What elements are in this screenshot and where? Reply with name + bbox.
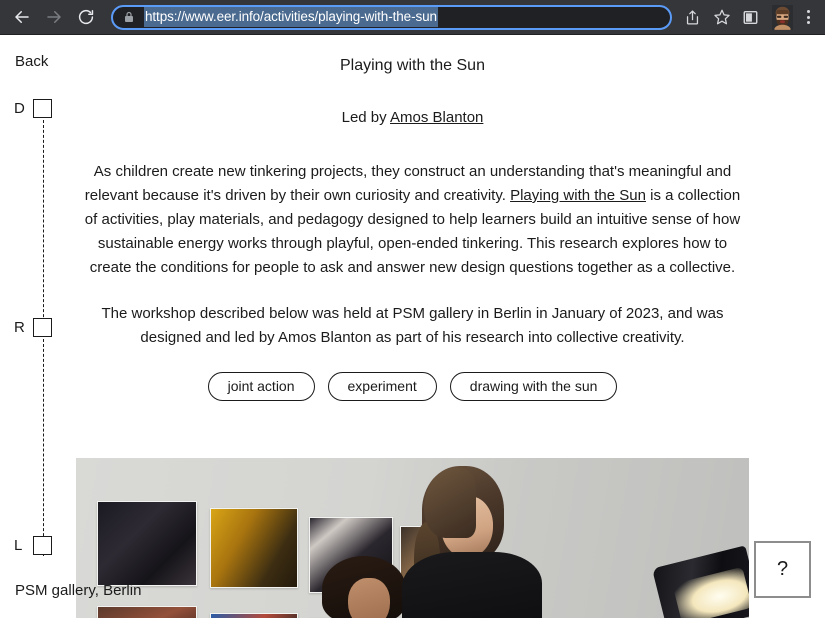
three-dot-menu-icon xyxy=(806,15,810,19)
forward-arrow-icon xyxy=(47,11,61,23)
rail-node-l: L xyxy=(14,536,52,555)
wall-photo xyxy=(97,606,197,618)
author-link[interactable]: Amos Blanton xyxy=(390,109,483,126)
rail-checkbox-r[interactable] xyxy=(33,318,52,337)
byline-prefix: Led by xyxy=(341,109,390,126)
profile-avatar xyxy=(771,4,793,30)
side-panel-icon xyxy=(743,10,758,24)
rail-node-r: R xyxy=(14,318,52,337)
address-bar-url[interactable]: https://www.eer.info/activities/playing-… xyxy=(144,7,438,27)
tag-drawing-with-the-sun[interactable]: drawing with the sun xyxy=(449,372,618,401)
browser-forward-button[interactable] xyxy=(41,4,67,30)
adult-torso xyxy=(402,552,542,618)
back-link[interactable]: Back xyxy=(15,53,48,70)
browser-toolbar: https://www.eer.info/activities/playing-… xyxy=(0,0,825,35)
help-button[interactable]: ? xyxy=(754,541,811,598)
hero-caption: PSM gallery, Berlin xyxy=(15,582,142,599)
adult-figure xyxy=(394,466,554,618)
bookmark-button[interactable] xyxy=(708,4,735,30)
main-column: Playing with the Sun Led by Amos Blanton… xyxy=(76,35,749,401)
three-dot-menu-icon xyxy=(806,9,810,13)
reload-icon xyxy=(78,9,94,25)
tag-joint-action[interactable]: joint action xyxy=(207,372,315,401)
tag-experiment[interactable]: experiment xyxy=(327,372,437,401)
playing-with-the-sun-link[interactable]: Playing with the Sun xyxy=(510,187,646,204)
wall-photo xyxy=(97,501,197,586)
page-content: Back D R L Playing with the Sun Led by A… xyxy=(0,35,825,618)
rail-label-r: R xyxy=(14,319,25,336)
byline: Led by Amos Blanton xyxy=(76,76,749,128)
rail-checkbox-d[interactable] xyxy=(33,99,52,118)
lamp-glow xyxy=(672,566,749,618)
wall-photo xyxy=(210,613,298,618)
side-panel-button[interactable] xyxy=(737,4,764,30)
browser-reload-button[interactable] xyxy=(73,4,99,30)
browser-menu-button[interactable] xyxy=(797,4,819,30)
left-rail: Back D R L xyxy=(0,35,76,618)
workshop-paragraph: The workshop described below was held at… xyxy=(101,305,724,346)
three-dot-menu-icon xyxy=(806,21,810,25)
rail-label-l: L xyxy=(14,537,23,554)
intro-paragraph: As children create new tinkering project… xyxy=(79,128,747,280)
share-button[interactable] xyxy=(679,4,706,30)
wall-photo xyxy=(210,508,298,588)
child-face xyxy=(348,578,390,618)
share-icon xyxy=(686,9,699,25)
hamburger-menu-button[interactable] xyxy=(752,610,813,618)
address-bar[interactable]: https://www.eer.info/activities/playing-… xyxy=(111,4,672,30)
browser-back-button[interactable] xyxy=(9,4,35,30)
back-arrow-icon xyxy=(15,11,29,23)
lock-icon xyxy=(125,11,133,22)
page-title: Playing with the Sun xyxy=(340,57,485,74)
star-icon xyxy=(713,9,730,25)
rail-checkbox-l[interactable] xyxy=(33,536,52,555)
hero-photo xyxy=(76,458,749,618)
rail-node-d: D xyxy=(14,99,52,118)
tag-row: joint action experiment drawing with the… xyxy=(76,350,749,401)
rail-label-d: D xyxy=(14,100,25,117)
profile-button[interactable] xyxy=(769,4,795,30)
